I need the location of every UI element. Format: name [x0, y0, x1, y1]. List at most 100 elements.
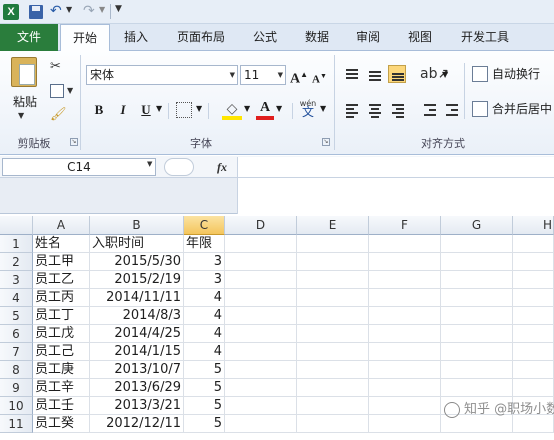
column-header-a[interactable]: A [33, 216, 90, 235]
table-cell[interactable]: 员工戊 [33, 325, 90, 343]
table-cell[interactable]: 员工己 [33, 343, 90, 361]
row-header[interactable]: 5 [0, 307, 33, 325]
name-box[interactable]: C14 [2, 158, 156, 176]
row-header[interactable]: 8 [0, 361, 33, 379]
table-cell[interactable] [369, 343, 441, 361]
table-cell[interactable] [297, 361, 369, 379]
name-box-dropdown-icon[interactable]: ▼ [147, 160, 152, 168]
table-cell[interactable] [297, 289, 369, 307]
italic-button[interactable]: I [112, 100, 134, 120]
borders-dropdown-icon[interactable]: ▼ [196, 104, 202, 113]
format-painter-icon[interactable]: 🖌 [50, 108, 67, 122]
table-cell[interactable] [441, 361, 513, 379]
row-header[interactable]: 4 [0, 289, 33, 307]
merge-center-button[interactable]: 合并后居中 [492, 101, 552, 117]
table-cell[interactable] [225, 253, 297, 271]
table-cell[interactable] [369, 271, 441, 289]
align-bottom-button[interactable] [388, 65, 406, 83]
table-cell[interactable] [225, 343, 297, 361]
table-cell[interactable]: 入职时间 [90, 235, 184, 253]
table-cell[interactable]: 员工庚 [33, 361, 90, 379]
underline-button[interactable]: U [136, 100, 156, 120]
align-middle-button[interactable] [365, 65, 383, 83]
tab-developer[interactable]: 开发工具 [452, 24, 518, 51]
table-cell[interactable]: 2014/1/15 [90, 343, 184, 361]
font-launcher-icon[interactable]: ↘ [322, 138, 330, 146]
table-cell[interactable] [513, 253, 554, 271]
table-cell[interactable] [225, 289, 297, 307]
table-cell[interactable]: 年限 [184, 235, 225, 253]
grow-font-button[interactable]: A▲ [290, 65, 308, 90]
align-top-button[interactable] [342, 65, 360, 83]
phonetic-guide-button[interactable]: wén 文 [298, 99, 318, 121]
table-cell[interactable]: 2013/6/29 [90, 379, 184, 397]
table-cell[interactable] [513, 235, 554, 253]
table-cell[interactable] [225, 361, 297, 379]
align-left-button[interactable] [342, 100, 360, 118]
column-header-h[interactable]: H [513, 216, 554, 235]
table-cell[interactable] [513, 307, 554, 325]
table-cell[interactable]: 4 [184, 289, 225, 307]
table-cell[interactable] [297, 343, 369, 361]
table-cell[interactable] [441, 343, 513, 361]
font-name-combo[interactable]: 宋体 ▼ [86, 65, 238, 85]
table-cell[interactable]: 3 [184, 271, 225, 289]
undo-icon[interactable]: ↶ [50, 2, 62, 20]
table-cell[interactable] [297, 235, 369, 253]
insert-function-button[interactable]: fx [210, 158, 234, 176]
table-cell[interactable]: 4 [184, 343, 225, 361]
table-cell[interactable]: 员工乙 [33, 271, 90, 289]
column-header-f[interactable]: F [369, 216, 441, 235]
table-cell[interactable]: 2014/11/11 [90, 289, 184, 307]
table-cell[interactable] [441, 307, 513, 325]
select-all-corner[interactable] [0, 216, 33, 235]
column-header-c[interactable]: C [184, 216, 225, 235]
table-cell[interactable]: 2012/12/11 [90, 415, 184, 433]
row-header[interactable]: 3 [0, 271, 33, 289]
paste-icon[interactable] [11, 57, 37, 87]
table-cell[interactable] [297, 271, 369, 289]
table-cell[interactable] [369, 397, 441, 415]
tab-formulas[interactable]: 公式 [243, 24, 287, 51]
table-cell[interactable]: 2013/3/21 [90, 397, 184, 415]
align-right-button[interactable] [388, 100, 406, 118]
table-cell[interactable] [369, 415, 441, 433]
table-cell[interactable]: 2014/8/3 [90, 307, 184, 325]
table-cell[interactable]: 员工壬 [33, 397, 90, 415]
paste-dropdown-icon[interactable]: ▼ [18, 111, 24, 120]
table-cell[interactable] [297, 325, 369, 343]
table-cell[interactable]: 5 [184, 397, 225, 415]
clipboard-launcher-icon[interactable]: ↘ [70, 138, 78, 146]
table-cell[interactable]: 员工丁 [33, 307, 90, 325]
table-cell[interactable] [513, 379, 554, 397]
column-header-b[interactable]: B [90, 216, 184, 235]
table-cell[interactable]: 4 [184, 325, 225, 343]
table-cell[interactable] [297, 397, 369, 415]
undo-dropdown-icon[interactable]: ▼ [66, 5, 72, 14]
table-cell[interactable] [441, 253, 513, 271]
table-cell[interactable]: 2013/10/7 [90, 361, 184, 379]
table-cell[interactable] [441, 235, 513, 253]
fill-color-icon[interactable]: ◇ [222, 100, 242, 120]
table-cell[interactable] [369, 235, 441, 253]
table-cell[interactable] [441, 325, 513, 343]
redo-icon[interactable]: ↷ [83, 2, 95, 20]
align-center-button[interactable] [365, 100, 383, 118]
table-cell[interactable] [513, 325, 554, 343]
table-cell[interactable] [297, 415, 369, 433]
formula-input[interactable] [237, 157, 554, 177]
table-cell[interactable] [441, 379, 513, 397]
formula-input-extended[interactable] [237, 178, 554, 214]
formula-bar-splitter[interactable] [164, 158, 194, 176]
tab-view[interactable]: 视图 [398, 24, 442, 51]
row-header[interactable]: 11 [0, 415, 33, 433]
table-cell[interactable] [225, 235, 297, 253]
borders-icon[interactable] [176, 102, 192, 118]
table-cell[interactable] [369, 289, 441, 307]
table-cell[interactable] [225, 307, 297, 325]
table-cell[interactable] [369, 361, 441, 379]
table-cell[interactable]: 员工丙 [33, 289, 90, 307]
table-cell[interactable] [297, 379, 369, 397]
table-cell[interactable] [225, 379, 297, 397]
table-cell[interactable]: 5 [184, 379, 225, 397]
